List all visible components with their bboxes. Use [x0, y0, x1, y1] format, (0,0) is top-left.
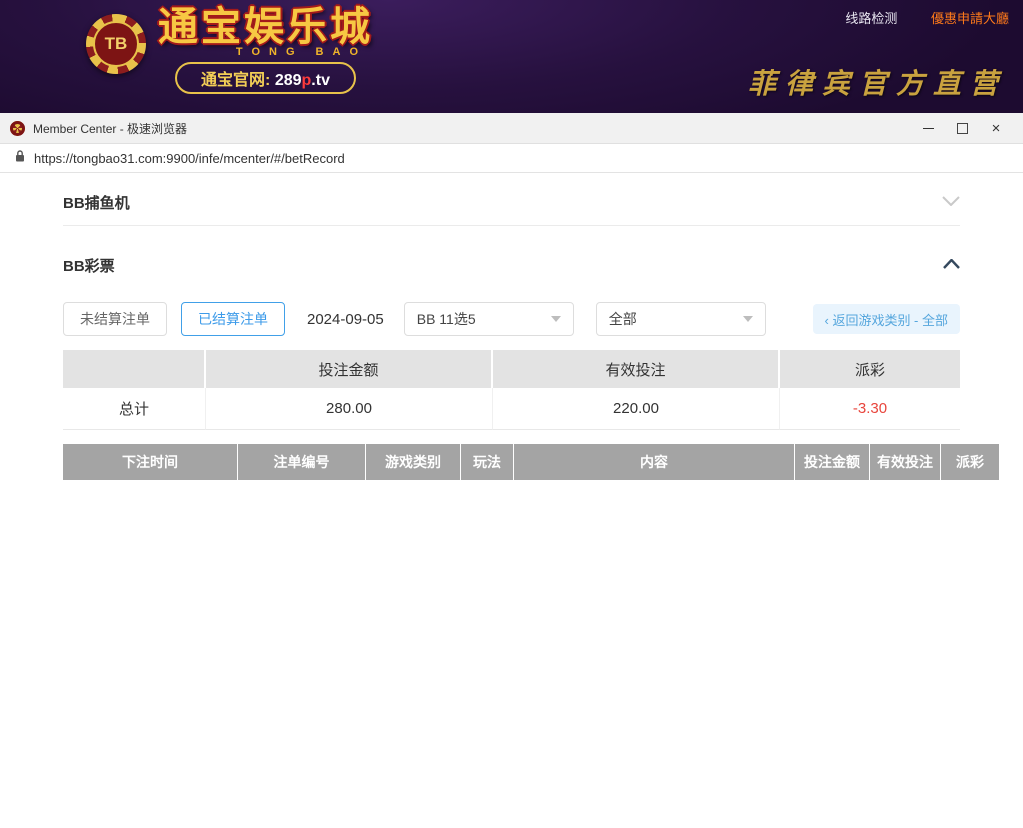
section-fishing-title: BB捕鱼机	[63, 192, 130, 213]
lock-icon	[14, 149, 26, 168]
browser-titlebar: Member Center - 极速浏览器 ×	[0, 113, 1023, 144]
scope-select[interactable]: 全部	[596, 302, 766, 336]
close-icon: ×	[992, 121, 1001, 136]
minimize-button[interactable]	[911, 115, 945, 141]
bet-table-header-row: 下注时间注单编号游戏类别玩法内容投注金额有效投注派彩	[63, 444, 999, 480]
unsettled-bets-button[interactable]: 未结算注单	[63, 302, 167, 336]
summary-col-payout: 派彩	[780, 350, 960, 388]
col-header-content: 内容	[514, 444, 795, 480]
official-slogan: 菲律宾官方直营	[748, 62, 1007, 102]
date-picker-value[interactable]: 2024-09-05	[307, 311, 384, 328]
col-header-bet-time: 下注时间	[63, 444, 238, 480]
chevron-up-icon[interactable]	[943, 256, 960, 274]
game-select-value: BB 11选5	[417, 309, 476, 329]
chevron-down-icon[interactable]	[942, 193, 960, 211]
site-p: p	[302, 72, 312, 89]
game-select[interactable]: BB 11选5	[404, 302, 574, 336]
promo-hall-link[interactable]: 優惠申請大廳	[931, 11, 1009, 26]
top-banner: TB 通宝娱乐城 TONG BAO 通宝官网: 289p.tv 线路检测 優惠申…	[0, 0, 1023, 113]
section-lottery-title: BB彩票	[63, 255, 115, 276]
member-center-content: BB捕鱼机 BB彩票 未结算注单 已结算注单 2024-09-05 BB 11选…	[0, 173, 1023, 480]
url-text[interactable]: https://tongbao31.com:9900/infe/mcenter/…	[34, 151, 345, 166]
official-site-pill: 通宝官网: 289p.tv	[175, 62, 356, 94]
summary-total-label: 总计	[63, 388, 206, 430]
site-tv: .tv	[311, 72, 330, 89]
logo-subtitle: TONG BAO	[236, 46, 367, 58]
chevron-down-icon	[551, 316, 561, 322]
minimize-icon	[923, 128, 934, 129]
brand-logo: TB 通宝娱乐城 TONG BAO 通宝官网: 289p.tv	[86, 6, 373, 94]
col-header-bet-amount: 投注金额	[795, 444, 870, 480]
col-header-play-type: 玩法	[461, 444, 514, 480]
window-controls: ×	[911, 115, 1013, 141]
summary-blank-header	[63, 350, 206, 388]
summary-header-row: 投注金额 有效投注 派彩	[63, 350, 960, 388]
settled-bets-button[interactable]: 已结算注单	[181, 302, 285, 336]
filter-bar: 未结算注单 已结算注单 2024-09-05 BB 11选5 全部 ‹ 返回游戏…	[63, 302, 960, 336]
summary-payout: -3.30	[780, 388, 960, 430]
window-favicon-icon	[10, 121, 25, 136]
browser-addressbar[interactable]: https://tongbao31.com:9900/infe/mcenter/…	[0, 144, 1023, 173]
col-header-order-id: 注单编号	[238, 444, 366, 480]
site-label: 通宝官网:	[201, 72, 270, 89]
back-to-category-button[interactable]: ‹ 返回游戏类别 - 全部	[813, 304, 961, 334]
col-header-payout: 派彩	[941, 444, 1000, 480]
window-title: Member Center - 极速浏览器	[33, 120, 187, 137]
summary-col-valid-bet: 有效投注	[493, 350, 780, 388]
logo-title: 通宝娱乐城	[158, 6, 373, 48]
close-button[interactable]: ×	[979, 115, 1013, 141]
summary-total-row: 总计 280.00 220.00 -3.30	[63, 388, 960, 430]
maximize-icon	[957, 123, 968, 134]
col-header-valid-bet: 有效投注	[870, 444, 941, 480]
summary-valid-bet: 220.00	[493, 388, 780, 430]
screen: TB 通宝娱乐城 TONG BAO 通宝官网: 289p.tv 线路检测 優惠申…	[0, 0, 1023, 828]
section-lottery[interactable]: BB彩票	[63, 242, 960, 288]
summary-bet-amount: 280.00	[206, 388, 493, 430]
col-header-game-type: 游戏类别	[366, 444, 461, 480]
scope-select-value: 全部	[609, 309, 637, 329]
banner-links: 线路检测 優惠申請大廳	[845, 8, 1009, 27]
bet-records-table: 下注时间注单编号游戏类别玩法内容投注金额有效投注派彩	[63, 444, 999, 480]
logo-text: 通宝娱乐城 TONG BAO 通宝官网: 289p.tv	[158, 6, 373, 94]
section-fishing[interactable]: BB捕鱼机	[63, 179, 960, 226]
maximize-button[interactable]	[945, 115, 979, 141]
chevron-down-icon	[743, 316, 753, 322]
line-check-link[interactable]: 线路检测	[845, 11, 897, 26]
chip-label: TB	[93, 21, 139, 67]
casino-chip-icon: TB	[86, 14, 146, 74]
summary-table: 投注金额 有效投注 派彩 总计 280.00 220.00 -3.30	[63, 350, 960, 430]
site-number: 289	[275, 72, 302, 89]
summary-col-bet-amount: 投注金额	[206, 350, 493, 388]
